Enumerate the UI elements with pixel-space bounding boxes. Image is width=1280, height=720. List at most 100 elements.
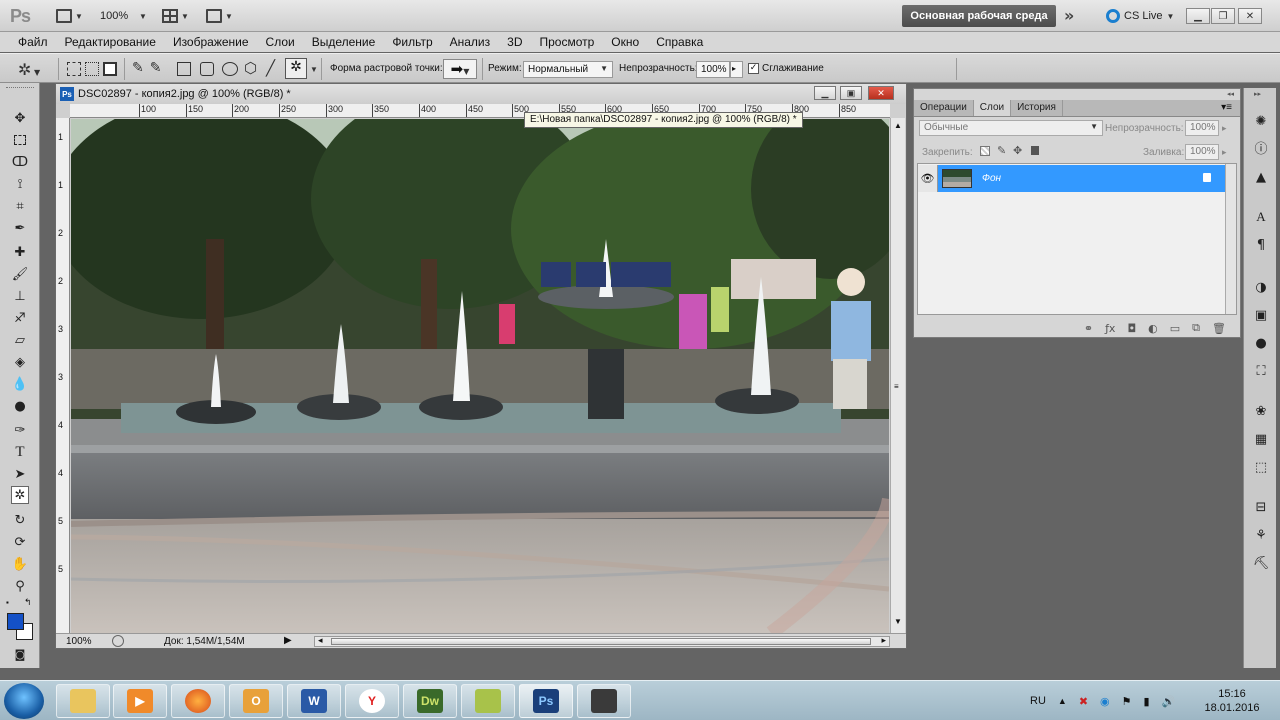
fill-input[interactable]: 100% xyxy=(1185,144,1219,160)
taskbar-yandex[interactable]: Y xyxy=(345,684,399,718)
layers-scrollbar[interactable] xyxy=(1225,164,1236,314)
show-hidden-icons-icon[interactable]: ▲ xyxy=(1058,696,1067,706)
clone-stamp-tool-icon[interactable]: ⊥ xyxy=(11,287,29,305)
chevron-down-icon[interactable]: ▼ xyxy=(139,12,147,21)
clone-source-icon[interactable]: ⚘ xyxy=(1252,526,1270,544)
panel-grip[interactable] xyxy=(6,87,34,91)
opacity-slider-button[interactable]: ▸ xyxy=(730,61,743,78)
scroll-up-icon[interactable]: ▲ xyxy=(894,121,902,130)
swatches-icon[interactable]: ▣ xyxy=(1252,306,1270,324)
scroll-right-icon[interactable]: ▸ xyxy=(881,635,886,646)
language-indicator[interactable]: RU xyxy=(1030,695,1046,707)
menu-edit[interactable]: Редактирование xyxy=(59,35,162,49)
custom-shape-icon[interactable]: ✲ xyxy=(285,58,307,79)
expand-dock-icon[interactable]: ▸▸ xyxy=(1254,90,1261,98)
cs-tray-icon[interactable]: ◉ xyxy=(1100,695,1110,708)
taskbar-word[interactable]: W xyxy=(287,684,341,718)
close-app-button[interactable]: ✕ xyxy=(1238,8,1262,24)
link-layers-icon[interactable]: ⚭ xyxy=(1084,322,1093,335)
delete-layer-icon[interactable]: 🗑 xyxy=(1212,322,1226,335)
rectangle-icon[interactable] xyxy=(177,62,191,76)
launch-bridge-button[interactable]: ▼ xyxy=(56,7,83,25)
menu-3d[interactable]: 3D xyxy=(501,35,528,49)
polygon-icon[interactable]: ⬡ xyxy=(244,59,257,77)
arrange-documents-button[interactable]: ▼ xyxy=(162,7,189,25)
paragraph-icon[interactable]: ¶ xyxy=(1252,236,1270,254)
marquee-tool-icon[interactable] xyxy=(11,131,29,149)
3d-orbit-tool-icon[interactable]: ⟳ xyxy=(11,533,29,551)
workspace-switcher-button[interactable]: Основная рабочая среда xyxy=(902,5,1056,27)
adjustments-icon[interactable]: ⛶ xyxy=(1252,362,1270,380)
antialias-checkbox[interactable]: ✓ xyxy=(748,63,759,74)
visibility-eye-icon[interactable]: 👁 xyxy=(918,165,938,192)
screen-mode-button[interactable]: ▼ xyxy=(206,7,233,25)
taskbar-outlook[interactable]: O xyxy=(229,684,283,718)
taskbar-camera[interactable] xyxy=(577,684,631,718)
styles-icon[interactable]: ● xyxy=(1252,334,1270,352)
lasso-tool-icon[interactable]: ↀ xyxy=(11,153,29,171)
scroll-down-icon[interactable]: ▼ xyxy=(894,617,902,626)
dodge-tool-icon[interactable]: ● xyxy=(11,397,29,415)
eyedropper-tool-icon[interactable]: ✒ xyxy=(11,219,29,237)
3d-rotate-tool-icon[interactable]: ↻ xyxy=(11,511,29,529)
status-zoom[interactable]: 100% xyxy=(66,636,106,647)
histogram-icon[interactable]: ▲ xyxy=(1252,168,1270,186)
panel-menu-icon[interactable]: ▾≡ xyxy=(1213,100,1240,116)
blur-tool-icon[interactable]: 💧 xyxy=(11,375,29,393)
flag-icon[interactable]: ⚑ xyxy=(1122,695,1132,708)
eraser-tool-icon[interactable]: ▱ xyxy=(11,331,29,349)
default-colors-icon[interactable]: ▪ xyxy=(6,598,9,607)
status-icon[interactable] xyxy=(112,635,124,647)
character-icon[interactable]: A xyxy=(1252,208,1270,226)
horizontal-scroll-thumb[interactable] xyxy=(331,638,871,645)
blend-mode-select[interactable]: Нормальный ▼ xyxy=(523,61,613,78)
tab-layers[interactable]: Слои xyxy=(973,100,1012,116)
layer-mask-icon[interactable]: ◘ xyxy=(1127,322,1136,335)
doc-minimize-button[interactable]: ▁ xyxy=(814,86,836,100)
new-layer-icon[interactable]: ⧉ xyxy=(1192,321,1200,335)
fill-slider-icon[interactable]: ▸ xyxy=(1222,147,1227,158)
vertical-scrollbar[interactable]: ▲ ≡ ▼ xyxy=(890,118,905,633)
crop-tool-icon[interactable]: ⌗ xyxy=(11,197,29,215)
menu-filter[interactable]: Фильтр xyxy=(386,35,438,49)
layer-style-icon[interactable]: ƒx xyxy=(1105,322,1115,335)
brushes-icon[interactable]: ❀ xyxy=(1252,402,1270,420)
zoom-tool-icon[interactable]: ⚲ xyxy=(11,577,29,595)
history-brush-tool-icon[interactable]: ♐ xyxy=(11,309,29,327)
lock-all-icon[interactable] xyxy=(1031,146,1039,155)
layer-blend-mode-select[interactable]: Обычные ▼ xyxy=(919,120,1103,136)
pen-tools-group[interactable]: ✎✎ xyxy=(132,60,167,76)
quick-selection-tool-icon[interactable]: ⟟ xyxy=(11,175,29,193)
paths-panel-icon[interactable]: ⬚ xyxy=(1252,458,1270,476)
scroll-left-icon[interactable]: ◂ xyxy=(318,635,323,646)
swap-colors-icon[interactable]: ↰ xyxy=(24,597,32,608)
hand-tool-icon[interactable]: ✋ xyxy=(11,555,29,573)
restore-button[interactable]: ❐ xyxy=(1211,8,1235,24)
doc-close-button[interactable]: ✕ xyxy=(868,86,894,100)
healing-brush-tool-icon[interactable]: ✚ xyxy=(11,243,29,261)
channels-icon[interactable]: ▦ xyxy=(1252,430,1270,448)
menu-layers[interactable]: Слои xyxy=(260,35,301,49)
layer-opacity-input[interactable]: 100% xyxy=(1185,120,1219,136)
shape-layers-icon[interactable] xyxy=(67,62,81,76)
ellipse-icon[interactable] xyxy=(222,62,238,76)
cs-live-button[interactable]: CS Live ▼ xyxy=(1106,9,1174,23)
menu-file[interactable]: Файл xyxy=(12,35,54,49)
new-group-icon[interactable]: ▭ xyxy=(1170,322,1180,335)
paint-bucket-tool-icon[interactable]: ◈ xyxy=(11,353,29,371)
paths-icon[interactable] xyxy=(85,62,99,76)
color-icon[interactable]: ◑ xyxy=(1252,278,1270,296)
menu-view[interactable]: Просмотр xyxy=(533,35,600,49)
menu-select[interactable]: Выделение xyxy=(306,35,382,49)
menu-image[interactable]: Изображение xyxy=(167,35,255,49)
masks-icon[interactable]: ⊟ xyxy=(1252,498,1270,516)
zoom-level-dropdown[interactable]: 100% xyxy=(100,10,128,22)
taskbar-photoshop[interactable]: Ps xyxy=(519,684,573,718)
volume-icon[interactable]: 🔊 xyxy=(1162,695,1176,708)
battery-icon[interactable]: ▮ xyxy=(1144,695,1150,708)
lock-transparency-icon[interactable] xyxy=(980,146,990,156)
layer-row-background[interactable]: 👁 Фон xyxy=(918,165,1225,192)
adjustment-layer-icon[interactable]: ◐ xyxy=(1148,322,1158,335)
foreground-color-swatch[interactable] xyxy=(7,613,24,630)
tool-preset-picker[interactable]: ✲ ▼ xyxy=(18,60,40,79)
